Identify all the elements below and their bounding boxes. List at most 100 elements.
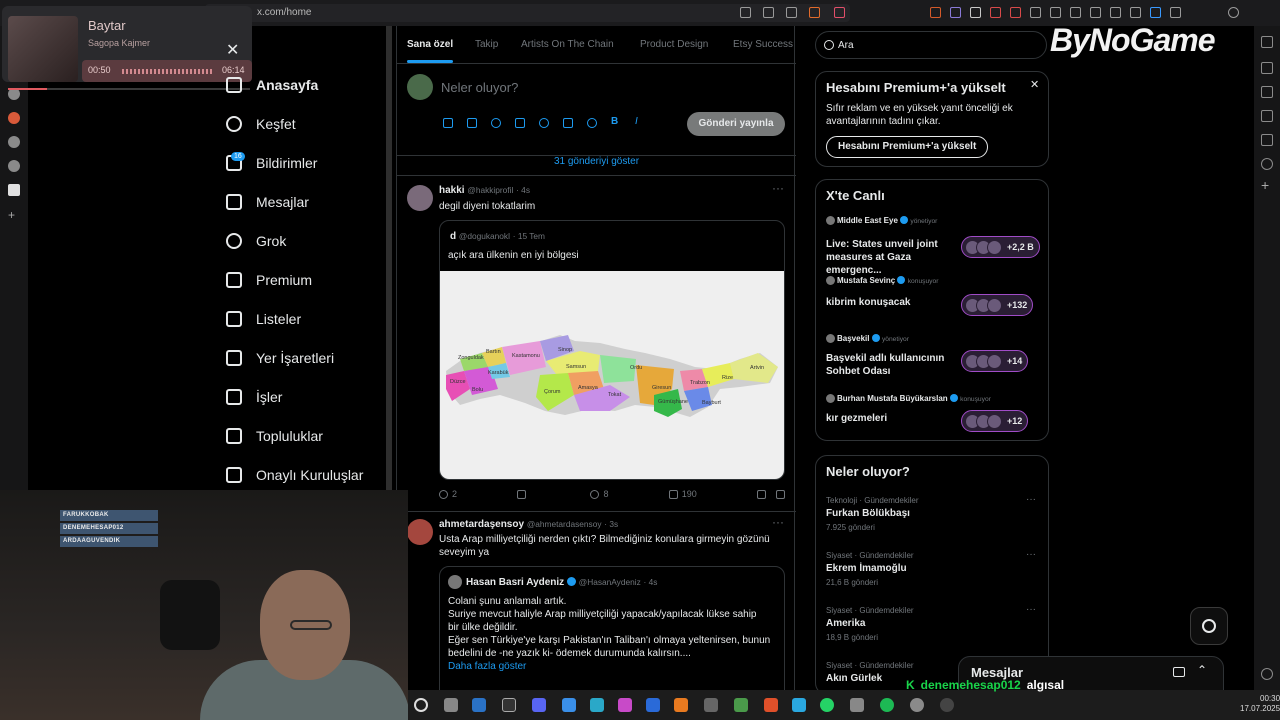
sidebar-item-home[interactable]: Anasayfa <box>226 72 318 98</box>
app-icon[interactable] <box>618 698 632 712</box>
spotify-icon[interactable] <box>880 698 894 712</box>
more-icon[interactable]: ··· <box>1026 494 1036 505</box>
location-icon[interactable] <box>587 118 597 128</box>
compose-input[interactable]: Neler oluyor? <box>441 80 518 95</box>
close-icon[interactable]: ✕ <box>1030 78 1039 91</box>
live-listeners-pill[interactable]: +2,2 B <box>961 236 1040 258</box>
search-input[interactable]: Ara <box>815 31 1047 59</box>
schedule-icon[interactable] <box>563 118 573 128</box>
live-host[interactable]: Mustafa Sevinç konuşuyor <box>826 276 938 285</box>
add-icon[interactable]: + <box>8 209 20 222</box>
menu-icon[interactable] <box>1170 7 1181 18</box>
app-icon[interactable] <box>704 698 718 712</box>
extension-icon[interactable] <box>1150 7 1161 18</box>
gear-icon[interactable] <box>1261 668 1273 680</box>
tab-for-you[interactable]: Sana özel <box>407 39 453 50</box>
search-icon[interactable] <box>414 698 428 712</box>
settings-icon[interactable] <box>910 698 924 712</box>
bold-icon[interactable]: B <box>611 116 621 127</box>
new-message-icon[interactable] <box>1173 667 1185 677</box>
trend-item[interactable]: Siyaset · Gündemdekiler Ekrem İmamoğlu 21,… <box>816 549 1048 599</box>
shield-icon[interactable] <box>1130 7 1141 18</box>
vscode-icon[interactable] <box>562 698 576 712</box>
sidebar-icon[interactable] <box>1261 134 1273 146</box>
quoted-post[interactable]: d @dogukanokl · 15 Tem açık ara ülkenin … <box>439 220 785 480</box>
minimize-icon[interactable] <box>1228 7 1239 18</box>
post[interactable]: ahmetardaşensoy @ahmetardasensoy · 3s ··… <box>397 513 796 720</box>
quote-author[interactable]: d @dogukanokl · 15 Tem <box>450 231 545 242</box>
whatsapp-icon[interactable] <box>820 698 834 712</box>
extension-icon[interactable] <box>990 7 1001 18</box>
sidebar-item-premium[interactable]: Premium <box>226 267 312 293</box>
avatar[interactable] <box>407 519 433 545</box>
sidebar-icon[interactable] <box>1261 86 1273 98</box>
trend-item[interactable]: Teknoloji · Gündemdekiler Furkan Bölükbaş… <box>816 494 1048 544</box>
blender-icon[interactable] <box>674 698 688 712</box>
more-icon[interactable]: ··· <box>772 515 784 529</box>
sidebar-toggle-icon[interactable] <box>1070 7 1081 18</box>
app-icon[interactable] <box>8 184 20 196</box>
more-icon[interactable]: ··· <box>772 181 784 195</box>
x-logo-icon[interactable]: ✕ <box>226 40 239 60</box>
views-button[interactable]: 190 <box>668 489 697 499</box>
avatar[interactable] <box>448 575 462 589</box>
live-title[interactable]: Başvekil adlı kullanıcının Sohbet Odası <box>826 352 948 378</box>
puzzle-icon[interactable] <box>1030 7 1041 18</box>
repost-button[interactable] <box>517 489 530 499</box>
tab-icon[interactable] <box>740 7 751 18</box>
screenshot-icon[interactable] <box>763 7 774 18</box>
live-title[interactable]: kır gezmeleri <box>826 412 948 425</box>
task-view-icon[interactable] <box>444 698 458 712</box>
live-listeners-pill[interactable]: +12 <box>961 410 1029 432</box>
address-bar[interactable]: x.com/home <box>205 4 850 22</box>
add-icon[interactable]: + <box>1261 178 1273 192</box>
reply-button[interactable]: 2 <box>439 489 457 499</box>
app-icon[interactable] <box>646 698 660 712</box>
post[interactable]: hakki @hakkiprofil · 4s ··· degil diyeni… <box>397 177 796 512</box>
sidebar-icon[interactable] <box>1261 110 1273 122</box>
live-host[interactable]: Başvekil yönetiyor <box>826 334 909 343</box>
live-title[interactable]: Live: States unveil joint measures at Ga… <box>826 238 948 277</box>
discord-icon[interactable] <box>532 698 546 712</box>
like-button[interactable]: 8 <box>590 489 609 499</box>
wallet-icon[interactable] <box>1090 7 1101 18</box>
live-host[interactable]: Middle East Eye yönetiyor <box>826 216 937 225</box>
notion-icon[interactable] <box>502 698 516 712</box>
live-listeners-pill[interactable]: +132 <box>961 294 1034 316</box>
app-icon[interactable] <box>850 698 864 712</box>
extension-icon[interactable] <box>1010 7 1021 18</box>
sidebar-item-communities[interactable]: Topluluklar <box>226 423 323 449</box>
show-more-link[interactable]: Daha fazla göster <box>448 660 526 673</box>
brave-shield-icon[interactable] <box>809 7 820 18</box>
sidebar-item-lists[interactable]: Listeler <box>226 306 301 332</box>
sidebar-item-grok[interactable]: Grok <box>226 228 286 254</box>
poll-icon[interactable] <box>515 118 525 128</box>
extension-icon[interactable] <box>1050 7 1061 18</box>
app-icon[interactable] <box>8 136 20 148</box>
sidebar-item-messages[interactable]: Mesajlar <box>226 189 309 215</box>
tab-etsy-success[interactable]: Etsy Success <box>733 39 793 50</box>
brave-icon[interactable] <box>764 698 778 712</box>
trend-item[interactable]: Siyaset · Gündemdekiler Amerika 18,9 B gön… <box>816 604 1048 654</box>
settings-icon[interactable] <box>1261 158 1273 170</box>
scrollbar[interactable] <box>386 26 392 496</box>
share-icon[interactable] <box>776 489 785 499</box>
app-icon[interactable] <box>472 698 486 712</box>
avatar[interactable] <box>407 185 433 211</box>
obs-icon[interactable] <box>940 698 954 712</box>
grok-icon[interactable] <box>491 118 501 128</box>
sidebar-icon[interactable] <box>1261 62 1273 74</box>
more-icon[interactable]: ··· <box>1026 549 1036 560</box>
avatar[interactable] <box>407 74 433 100</box>
app-icon[interactable] <box>590 698 604 712</box>
gif-icon[interactable] <box>467 118 477 128</box>
live-title[interactable]: kibrim konuşacak <box>826 296 948 309</box>
quote-author[interactable]: Hasan Basri Aydeniz @HasanAydeniz · 4s <box>466 577 657 588</box>
share-icon[interactable] <box>786 7 797 18</box>
extension-icon[interactable] <box>930 7 941 18</box>
emoji-icon[interactable] <box>539 118 549 128</box>
extension-icon[interactable] <box>970 7 981 18</box>
app-icon[interactable] <box>8 160 20 172</box>
extension-icon[interactable] <box>950 7 961 18</box>
app-icon[interactable] <box>8 112 20 124</box>
